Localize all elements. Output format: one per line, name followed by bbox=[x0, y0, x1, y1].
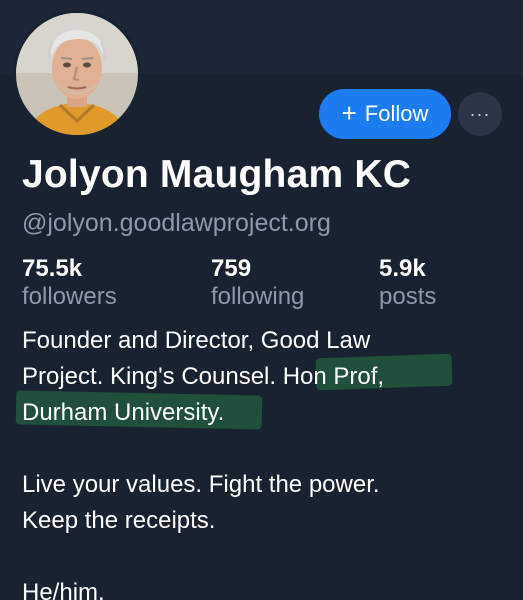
posts-stat[interactable]: 5.9k posts bbox=[379, 255, 436, 312]
bio-line: Durham University. bbox=[22, 399, 225, 426]
posts-count: 5.9k bbox=[379, 255, 426, 282]
display-name: Jolyon Maugham KC bbox=[22, 153, 412, 196]
profile-page: + Follow ··· Jolyon Maugham KC @jolyon.g… bbox=[0, 0, 523, 600]
bio-spacer bbox=[22, 431, 502, 467]
followers-stat[interactable]: 75.5k followers bbox=[22, 255, 117, 312]
followers-label: followers bbox=[22, 283, 117, 310]
bio-line: He/him. bbox=[22, 579, 105, 600]
bio-line: Founder and Director, Good Law bbox=[22, 327, 371, 354]
bio-line: Project. King's Counsel. Hon Prof, bbox=[22, 363, 385, 390]
avatar-photo bbox=[16, 13, 138, 135]
bio-spacer bbox=[22, 539, 502, 575]
more-options-button[interactable]: ··· bbox=[458, 92, 502, 136]
profile-bio: Founder and Director, Good Law Project. … bbox=[22, 323, 502, 600]
follow-label: Follow bbox=[364, 101, 429, 126]
following-label: following bbox=[211, 283, 305, 310]
following-stat[interactable]: 759 following bbox=[211, 255, 304, 312]
avatar[interactable] bbox=[13, 10, 141, 138]
plus-icon: + bbox=[341, 98, 357, 128]
avatar-photo-icon bbox=[16, 13, 138, 135]
followers-count: 75.5k bbox=[22, 255, 83, 282]
following-count: 759 bbox=[211, 255, 252, 282]
profile-handle: @jolyon.goodlawproject.org bbox=[22, 209, 331, 237]
bio-line: Live your values. Fight the power. bbox=[22, 471, 380, 498]
ellipsis-icon: ··· bbox=[469, 103, 491, 124]
follow-button[interactable]: + Follow bbox=[319, 89, 451, 139]
bio-line: Keep the receipts. bbox=[22, 507, 216, 534]
posts-label: posts bbox=[379, 283, 437, 310]
